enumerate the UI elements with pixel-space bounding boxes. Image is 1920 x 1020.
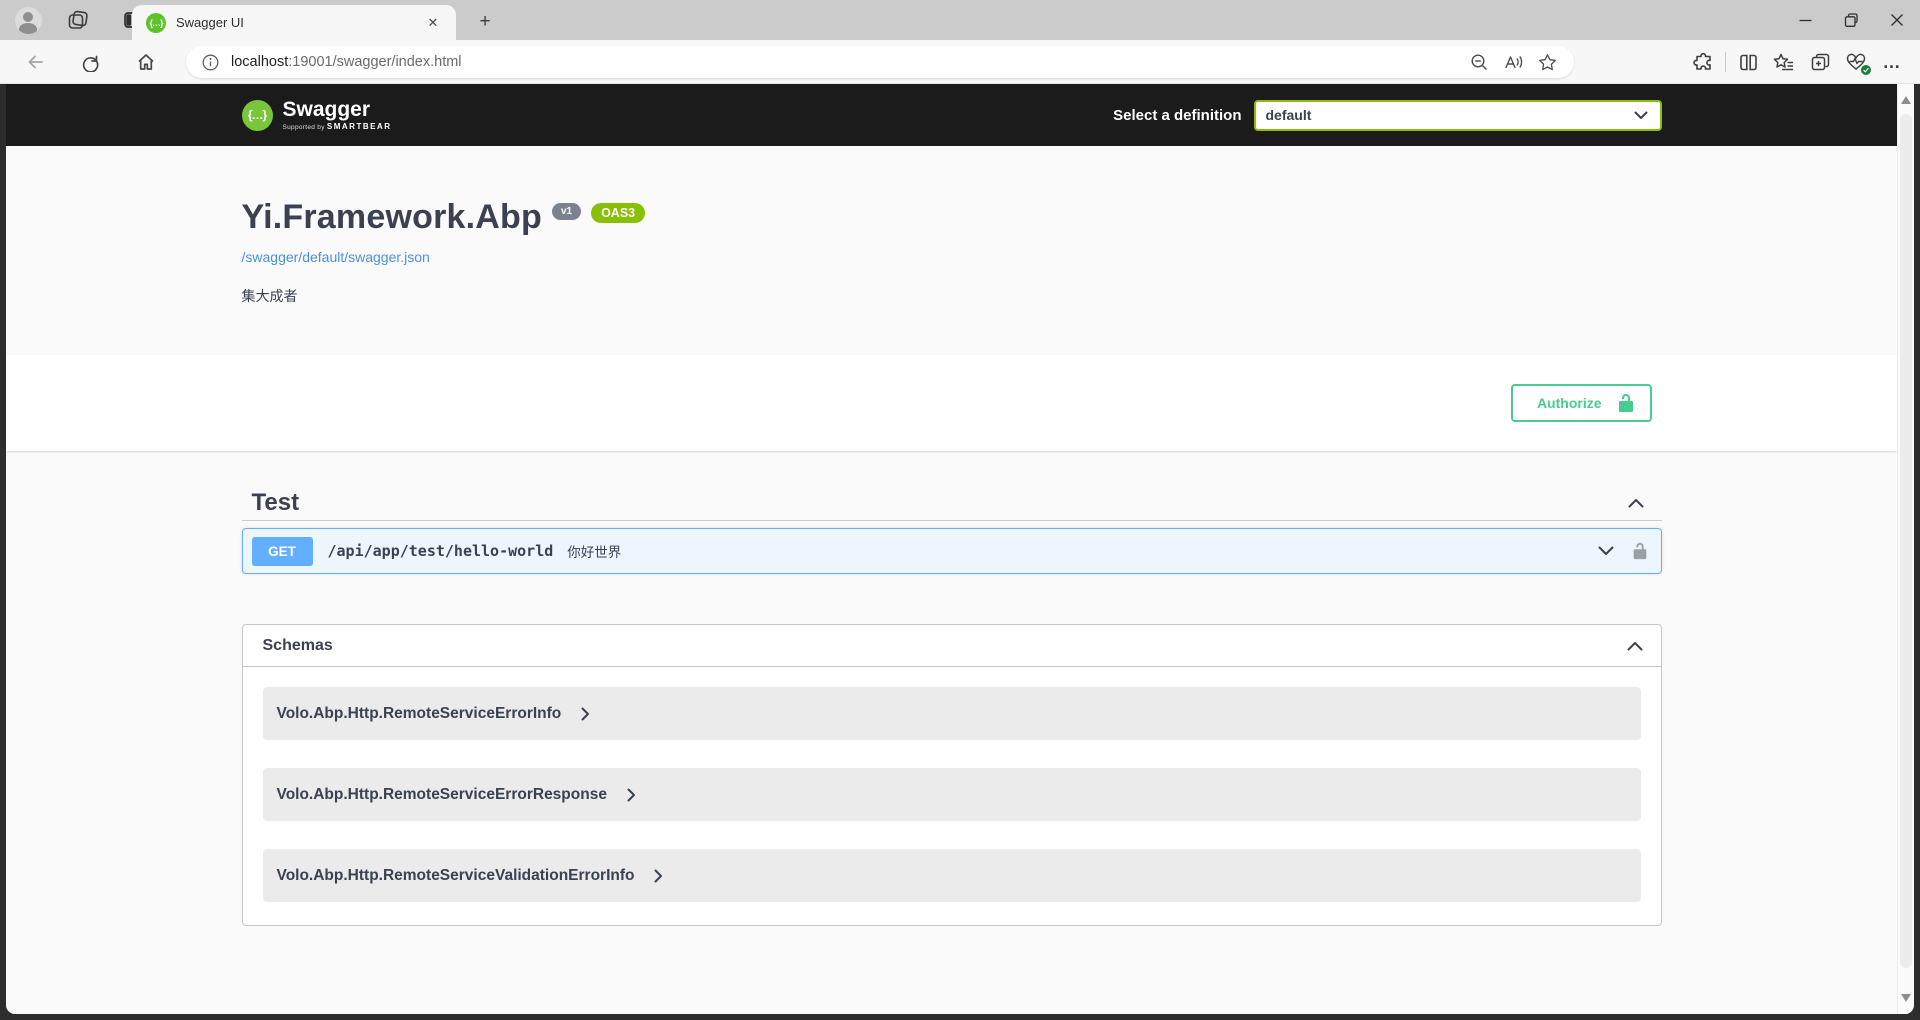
url-text: localhost:19001/swagger/index.html	[231, 54, 1462, 70]
browser-viewport: {…} Swagger Supported by SMARTBEAR Selec…	[6, 84, 1914, 1014]
version-badge: v1	[552, 203, 581, 220]
info-section: Yi.Framework.Abp v1 OAS3 /swagger/defaul…	[6, 146, 1897, 355]
browser-toolbar: localhost:19001/swagger/index.html	[0, 40, 1920, 84]
chevron-down-icon	[1634, 111, 1648, 120]
address-bar[interactable]: localhost:19001/swagger/index.html	[186, 46, 1574, 78]
swagger-topbar: {…} Swagger Supported by SMARTBEAR Selec…	[6, 84, 1897, 146]
schemas-section: Schemas Volo.Abp.Http.RemoteServiceError…	[242, 624, 1662, 926]
expand-chevron-down-icon[interactable]	[1598, 546, 1614, 556]
scrollbar-down-arrow[interactable]	[1901, 994, 1911, 1002]
method-badge-get: GET	[252, 537, 313, 566]
home-button[interactable]	[126, 42, 166, 82]
toolbar-divider	[1725, 52, 1726, 72]
window-restore-button[interactable]	[1828, 0, 1874, 40]
profile-button[interactable]	[10, 0, 46, 40]
tag-header-test[interactable]: Test	[242, 485, 1662, 521]
back-button[interactable]	[16, 42, 56, 82]
oas3-badge: OAS3	[591, 203, 645, 223]
model-name: Volo.Abp.Http.RemoteServiceErrorResponse	[277, 786, 607, 804]
scheme-container: Authorize	[6, 355, 1897, 451]
swagger-logo-icon: {…}	[242, 100, 273, 131]
workspaces-icon[interactable]	[58, 0, 98, 40]
favorites-icon[interactable]	[1766, 44, 1802, 80]
refresh-button[interactable]	[70, 42, 110, 82]
collapse-chevron-up-icon[interactable]	[1628, 498, 1644, 508]
zoom-out-icon[interactable]	[1462, 47, 1496, 77]
authorize-label: Authorize	[1537, 395, 1602, 411]
browser-essentials-icon[interactable]	[1838, 44, 1874, 80]
schemas-header[interactable]: Schemas	[243, 625, 1661, 667]
swagger-page: {…} Swagger Supported by SMARTBEAR Selec…	[6, 84, 1897, 1014]
select-definition-label: Select a definition	[1113, 107, 1241, 124]
spec-json-link[interactable]: /swagger/default/swagger.json	[242, 249, 1662, 265]
definition-select-value: default	[1266, 107, 1312, 123]
api-description: 集大成者	[242, 286, 1662, 306]
definition-select[interactable]: default	[1254, 100, 1662, 131]
operation-summary: 你好世界	[567, 541, 621, 561]
chevron-right-icon	[581, 707, 590, 721]
authorize-button[interactable]: Authorize	[1511, 384, 1652, 422]
swagger-logo: {…} Swagger Supported by SMARTBEAR	[242, 99, 392, 131]
split-screen-icon[interactable]	[1730, 44, 1766, 80]
tag-title: Test	[252, 489, 300, 517]
model-row-remote-service-error-info[interactable]: Volo.Abp.Http.RemoteServiceErrorInfo	[263, 687, 1641, 740]
window-close-button[interactable]	[1874, 0, 1920, 40]
chevron-right-icon	[627, 788, 636, 802]
tag-section-test: Test GET /api/app/test/hello-world 你好世界	[242, 485, 1662, 574]
collections-icon[interactable]	[1802, 44, 1838, 80]
chevron-right-icon	[654, 869, 663, 883]
read-aloud-icon[interactable]	[1496, 47, 1530, 77]
swagger-logo-text: Swagger	[283, 99, 392, 120]
window-minimize-button[interactable]	[1782, 0, 1828, 40]
tab-title: Swagger UI	[176, 15, 422, 30]
scrollbar-up-arrow[interactable]	[1901, 96, 1911, 104]
operation-path: /api/app/test/hello-world	[328, 542, 554, 560]
scrollbar-thumb[interactable]	[1900, 114, 1912, 968]
settings-menu-icon[interactable]: …	[1874, 44, 1910, 80]
operation-get-hello-world[interactable]: GET /api/app/test/hello-world 你好世界	[242, 528, 1662, 574]
operation-lock-icon[interactable]	[1631, 542, 1649, 560]
browser-titlebar: {…} Swagger UI ✕ +	[0, 0, 1920, 40]
site-info-icon[interactable]	[202, 54, 219, 71]
unlocked-padlock-icon	[1616, 393, 1636, 413]
swagger-logo-tagline: Supported by SMARTBEAR	[283, 122, 392, 131]
tab-close-icon[interactable]: ✕	[422, 12, 444, 34]
browser-tab-swagger-ui[interactable]: {…} Swagger UI ✕	[132, 5, 456, 40]
model-name: Volo.Abp.Http.RemoteServiceErrorInfo	[277, 705, 562, 723]
schemas-chevron-up-icon[interactable]	[1627, 641, 1643, 651]
page-scrollbar[interactable]	[1897, 84, 1914, 1014]
swagger-favicon-icon: {…}	[146, 13, 166, 33]
avatar	[15, 7, 42, 34]
extensions-icon[interactable]	[1685, 44, 1721, 80]
schemas-title: Schemas	[263, 637, 333, 655]
model-row-remote-service-error-response[interactable]: Volo.Abp.Http.RemoteServiceErrorResponse	[263, 768, 1641, 821]
model-row-remote-service-validation-error-info[interactable]: Volo.Abp.Http.RemoteServiceValidationErr…	[263, 849, 1641, 902]
model-name: Volo.Abp.Http.RemoteServiceValidationErr…	[277, 867, 635, 885]
favorite-star-icon[interactable]	[1530, 47, 1564, 77]
api-title: Yi.Framework.Abp	[242, 198, 542, 236]
new-tab-button[interactable]: +	[470, 8, 500, 36]
